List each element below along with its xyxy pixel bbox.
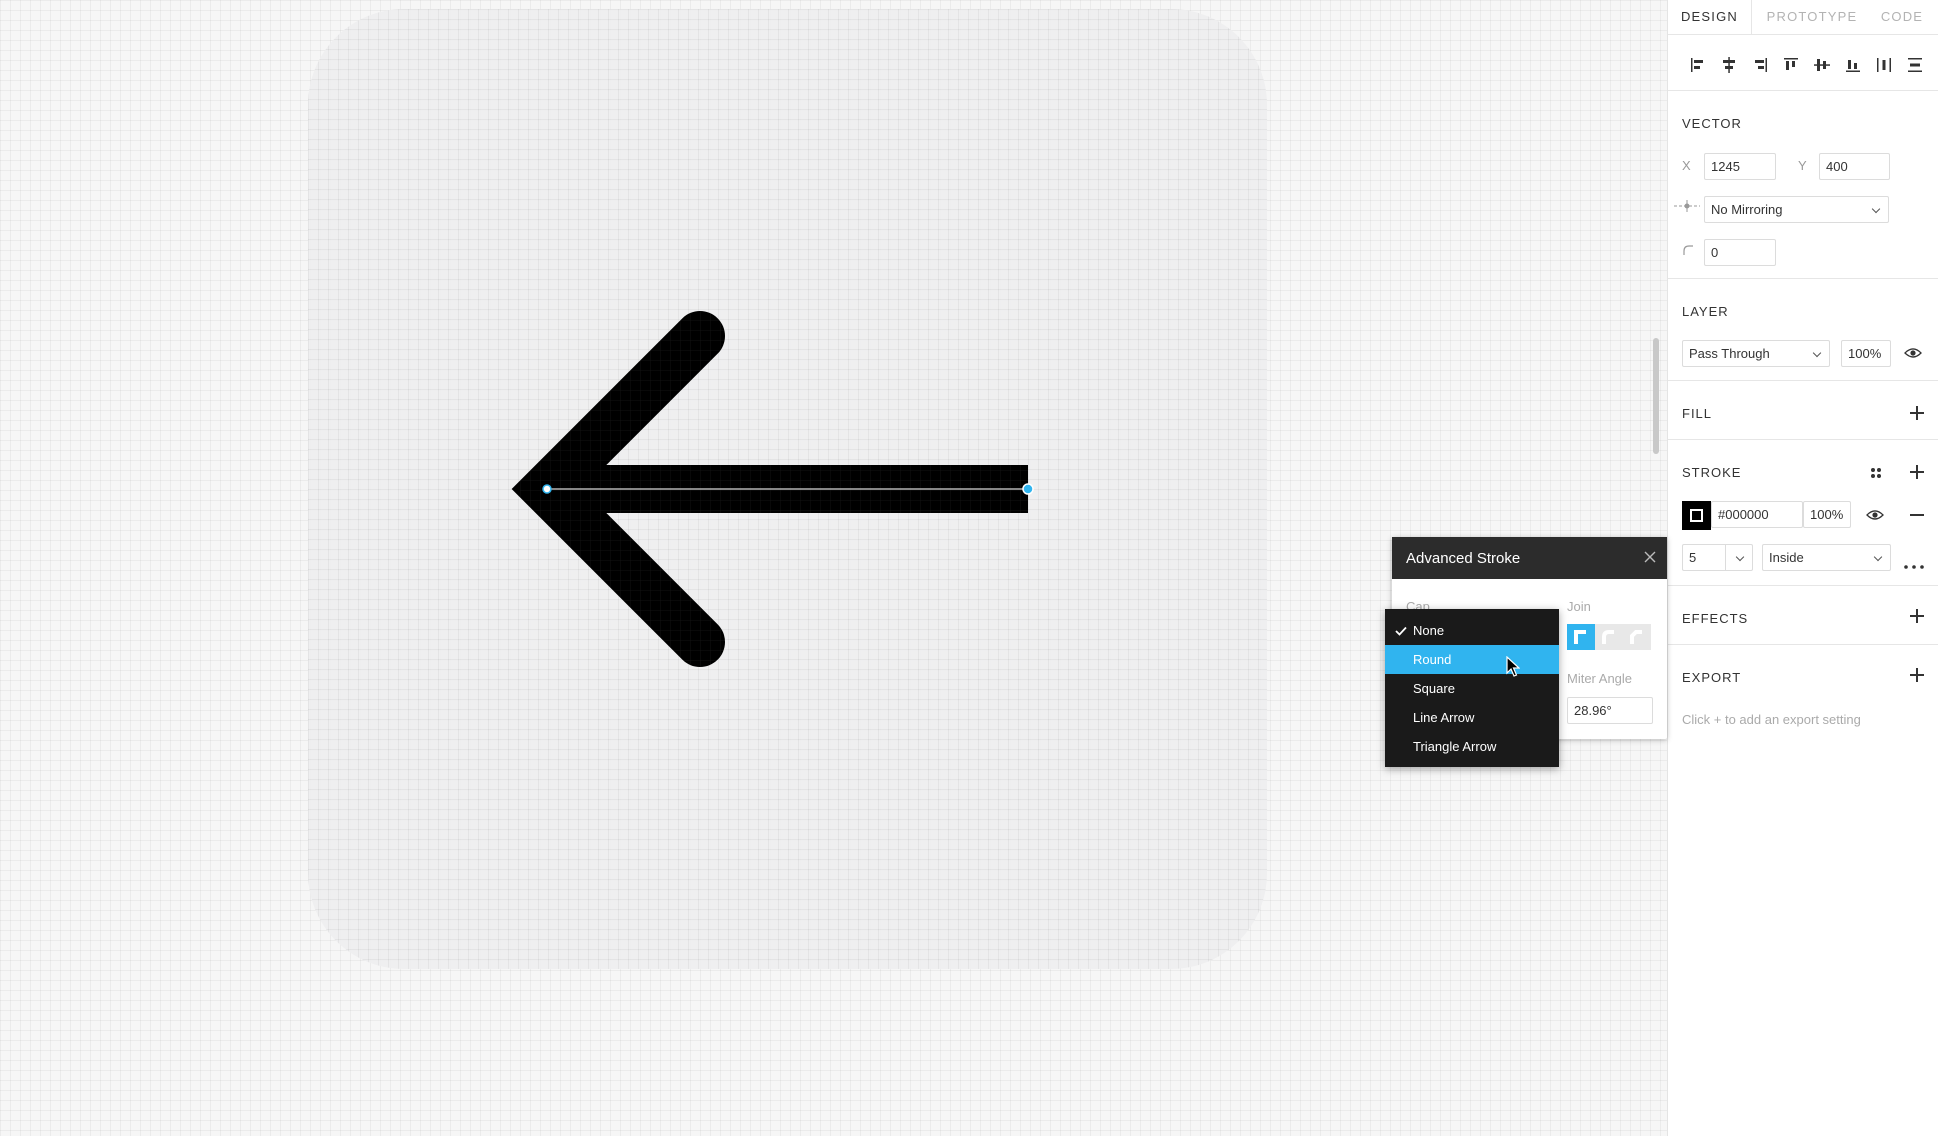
mirroring-icon: [1674, 199, 1700, 217]
distribute-vertical-icon[interactable]: [1899, 53, 1930, 77]
cap-option-round[interactable]: Round: [1385, 645, 1559, 674]
miter-angle-input[interactable]: 28.96°: [1567, 697, 1653, 724]
export-section: EXPORT Click + to add an export setting: [1668, 645, 1938, 745]
align-vertical-center-icon[interactable]: [1806, 53, 1837, 77]
align-horizontal-center-icon[interactable]: [1713, 53, 1744, 77]
layer-opacity-input[interactable]: 100%: [1841, 340, 1891, 367]
join-round-button[interactable]: [1595, 624, 1623, 650]
layer-title: LAYER: [1682, 304, 1729, 319]
tab-code[interactable]: CODE: [1872, 0, 1932, 34]
advanced-stroke-title: Advanced Stroke: [1406, 550, 1521, 567]
cap-option-label: Square: [1413, 681, 1455, 696]
add-fill-plus-icon[interactable]: [1910, 406, 1924, 420]
cap-option-none[interactable]: None: [1385, 616, 1559, 645]
cap-option-label: Round: [1413, 652, 1452, 667]
y-input[interactable]: 400: [1819, 153, 1890, 180]
stroke-weight-divider: [1725, 544, 1726, 571]
alignment-toolbar: [1668, 35, 1938, 91]
remove-stroke-minus-icon[interactable]: [1910, 508, 1924, 522]
blend-mode-select[interactable]: Pass Through: [1682, 340, 1830, 367]
add-effect-plus-icon[interactable]: [1910, 609, 1924, 623]
vector-section: VECTOR X 1245 Y 400 No Mirroring 0: [1668, 91, 1938, 279]
export-hint: Click + to add an export setting: [1682, 712, 1861, 727]
checkmark-icon: [1395, 624, 1407, 639]
cap-option-line-arrow[interactable]: Line Arrow: [1385, 703, 1559, 732]
fill-title: FILL: [1682, 406, 1713, 421]
cap-dropdown-menu: None Round Square Line Arrow Triangle Ar…: [1385, 609, 1559, 767]
layer-section: LAYER Pass Through 100%: [1668, 279, 1938, 381]
join-label: Join: [1567, 599, 1591, 614]
stroke-color-hex-input[interactable]: #000000: [1711, 501, 1803, 528]
properties-panel: DESIGN PROTOTYPE CODE VECTOR X 1245 Y 40…: [1667, 0, 1938, 1136]
style-grid-icon[interactable]: [1870, 466, 1882, 484]
stroke-title: STROKE: [1682, 465, 1742, 480]
x-input[interactable]: 1245: [1704, 153, 1776, 180]
advanced-stroke-header: Advanced Stroke: [1392, 537, 1667, 579]
join-miter-button[interactable]: [1567, 624, 1595, 650]
panel-tabs: DESIGN PROTOTYPE CODE: [1668, 0, 1938, 35]
y-label: Y: [1798, 158, 1807, 173]
miter-angle-label: Miter Angle: [1567, 671, 1633, 686]
mouse-cursor-icon: [1506, 655, 1521, 683]
vector-anchor-start[interactable]: [542, 484, 552, 494]
vertical-scrollbar[interactable]: [1653, 338, 1659, 454]
x-label: X: [1682, 158, 1691, 173]
stroke-position-select[interactable]: Inside: [1762, 544, 1891, 571]
cap-option-label: None: [1413, 623, 1445, 638]
fill-section: FILL: [1668, 381, 1938, 440]
export-title: EXPORT: [1682, 670, 1742, 685]
align-left-icon[interactable]: [1682, 53, 1713, 77]
vector-title: VECTOR: [1682, 116, 1742, 131]
effects-title: EFFECTS: [1682, 611, 1749, 626]
tab-prototype[interactable]: PROTOTYPE: [1752, 0, 1872, 34]
cap-option-label: Triangle Arrow: [1413, 739, 1497, 754]
stroke-opacity-input[interactable]: 100%: [1803, 501, 1851, 528]
corner-radius-input[interactable]: 0: [1704, 239, 1776, 266]
stroke-visibility-eye-icon[interactable]: [1866, 508, 1884, 527]
effects-section: EFFECTS: [1668, 586, 1938, 645]
distribute-horizontal-icon[interactable]: [1868, 53, 1899, 77]
join-bevel-button[interactable]: [1623, 624, 1651, 650]
cap-option-triangle-arrow[interactable]: Triangle Arrow: [1385, 732, 1559, 761]
close-icon[interactable]: [1643, 550, 1657, 564]
mirroring-select[interactable]: No Mirroring: [1704, 196, 1889, 223]
align-top-icon[interactable]: [1775, 53, 1806, 77]
add-export-plus-icon[interactable]: [1910, 668, 1924, 682]
tab-design[interactable]: DESIGN: [1668, 0, 1752, 34]
cap-option-square[interactable]: Square: [1385, 674, 1559, 703]
stroke-color-swatch[interactable]: [1682, 501, 1711, 530]
corner-radius-icon: [1682, 243, 1694, 261]
align-bottom-icon[interactable]: [1837, 53, 1868, 77]
stroke-section: STROKE #000000 100% 5 Inside: [1668, 440, 1938, 586]
advanced-stroke-more-icon[interactable]: [1904, 556, 1924, 574]
vector-anchor-end[interactable]: [1022, 483, 1034, 495]
align-right-icon[interactable]: [1744, 53, 1775, 77]
cap-option-label: Line Arrow: [1413, 710, 1475, 725]
stroke-weight-select[interactable]: 5: [1682, 544, 1753, 571]
visibility-eye-icon[interactable]: [1904, 346, 1922, 365]
add-stroke-plus-icon[interactable]: [1910, 465, 1924, 479]
